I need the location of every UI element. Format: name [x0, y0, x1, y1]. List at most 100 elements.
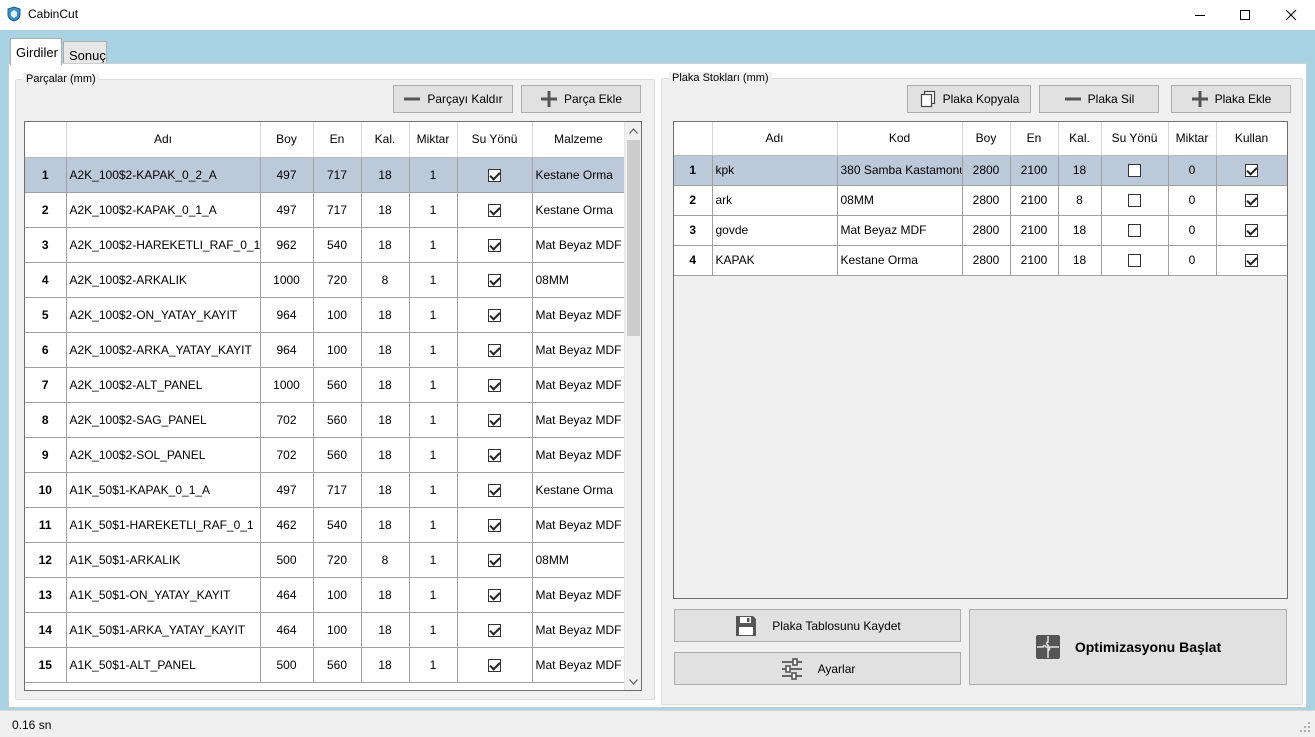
part-en-cell[interactable]: 100 [313, 612, 362, 648]
part-en-cell[interactable]: 540 [313, 507, 362, 543]
plate-kal-cell[interactable]: 18 [1058, 155, 1102, 186]
table-row[interactable]: 5 A2K_100$2-ON_YATAY_KAYIT 964 100 18 1 Mat Be… [25, 297, 626, 333]
part-miktar-cell[interactable]: 1 [409, 647, 458, 683]
part-name-cell[interactable]: A2K_100$2-ARKALIK [66, 262, 261, 298]
checkbox[interactable] [488, 168, 501, 182]
part-su-yonu-cell[interactable] [457, 612, 533, 648]
part-en-cell[interactable]: 717 [313, 472, 362, 508]
plate-su-yonu-cell[interactable] [1101, 215, 1169, 246]
part-boy-cell[interactable]: 500 [260, 647, 314, 683]
settings-button[interactable]: Ayarlar [674, 652, 961, 685]
table-row[interactable]: 7 A2K_100$2-ALT_PANEL 1000 560 18 1 Mat Beyaz … [25, 367, 626, 403]
part-miktar-cell[interactable]: 1 [409, 297, 458, 333]
plate-miktar-cell[interactable]: 0 [1168, 215, 1217, 246]
part-malzeme-cell[interactable]: Mat Beyaz MDF [532, 647, 626, 683]
part-boy-cell[interactable]: 964 [260, 297, 314, 333]
checkbox[interactable] [488, 378, 501, 392]
part-malzeme-cell[interactable]: Mat Beyaz MDF [532, 367, 626, 403]
row-header[interactable]: 1 [674, 155, 713, 186]
checkbox[interactable] [1245, 194, 1258, 208]
plate-name-cell[interactable]: KAPAK [712, 245, 838, 276]
part-name-cell[interactable]: A2K_100$2-KAPAK_0_2_A [66, 157, 261, 193]
row-header[interactable]: 2 [25, 192, 67, 228]
plate-boy-cell[interactable]: 2800 [962, 185, 1011, 216]
table-row[interactable]: 4 KAPAK Kestane Orma 2800 2100 18 0 [674, 245, 1287, 276]
plate-su-yonu-cell[interactable] [1101, 155, 1169, 186]
part-su-yonu-cell[interactable] [457, 192, 533, 228]
plates-column-header[interactable]: En [1010, 122, 1059, 156]
scroll-up-button[interactable] [625, 122, 642, 139]
row-header[interactable]: 3 [674, 215, 713, 246]
row-header[interactable]: 4 [25, 262, 67, 298]
part-boy-cell[interactable]: 1000 [260, 262, 314, 298]
part-kal-cell[interactable]: 18 [361, 437, 410, 473]
plate-name-cell[interactable]: govde [712, 215, 838, 246]
row-header[interactable]: 4 [674, 245, 713, 276]
part-en-cell[interactable]: 560 [313, 437, 362, 473]
part-miktar-cell[interactable]: 1 [409, 227, 458, 263]
part-su-yonu-cell[interactable] [457, 437, 533, 473]
table-row[interactable]: 1 kpk 380 Samba Kastamonu 2800 2100 18 0 [674, 155, 1287, 186]
part-su-yonu-cell[interactable] [457, 262, 533, 298]
checkbox[interactable] [1128, 224, 1141, 238]
part-kal-cell[interactable]: 8 [361, 262, 410, 298]
part-name-cell[interactable]: A2K_100$2-ALT_PANEL [66, 367, 261, 403]
checkbox[interactable] [488, 623, 501, 637]
part-en-cell[interactable]: 540 [313, 227, 362, 263]
plate-kal-cell[interactable]: 18 [1058, 215, 1102, 246]
part-miktar-cell[interactable]: 1 [409, 192, 458, 228]
tab-sonuc[interactable]: Sonuç [63, 41, 107, 65]
parts-column-header[interactable]: Miktar [409, 122, 458, 158]
resize-grip-icon[interactable] [1299, 721, 1311, 733]
checkbox[interactable] [488, 308, 501, 322]
table-row[interactable]: 10 A1K_50$1-KAPAK_0_1_A 497 717 18 1 Kestane O… [25, 472, 626, 508]
row-header[interactable]: 15 [25, 647, 67, 683]
part-name-cell[interactable]: A2K_100$2-HAREKETLI_RAF_0_1 [66, 227, 261, 263]
plates-column-header[interactable]: Su Yönü [1101, 122, 1169, 156]
plate-boy-cell[interactable]: 2800 [962, 155, 1011, 186]
part-name-cell[interactable]: A2K_100$2-SAG_PANEL [66, 402, 261, 438]
part-boy-cell[interactable]: 702 [260, 402, 314, 438]
table-row[interactable]: 1 A2K_100$2-KAPAK_0_2_A 497 717 18 1 Kestane O… [25, 157, 626, 193]
plate-kal-cell[interactable]: 18 [1058, 245, 1102, 276]
plate-kod-cell[interactable]: 380 Samba Kastamonu [837, 155, 963, 186]
part-su-yonu-cell[interactable] [457, 472, 533, 508]
start-optimization-button[interactable]: Optimizasyonu Başlat [969, 609, 1287, 685]
part-su-yonu-cell[interactable] [457, 507, 533, 543]
part-miktar-cell[interactable]: 1 [409, 542, 458, 578]
part-malzeme-cell[interactable]: Mat Beyaz MDF [532, 577, 626, 613]
part-boy-cell[interactable]: 497 [260, 472, 314, 508]
part-boy-cell[interactable]: 702 [260, 437, 314, 473]
maximize-button[interactable] [1222, 0, 1268, 30]
part-malzeme-cell[interactable]: Mat Beyaz MDF [532, 227, 626, 263]
checkbox[interactable] [1128, 164, 1141, 178]
row-header[interactable]: 12 [25, 542, 67, 578]
table-row[interactable]: 8 A2K_100$2-SAG_PANEL 702 560 18 1 Mat Beyaz M… [25, 402, 626, 438]
parts-scrollbar[interactable] [624, 122, 641, 690]
table-row[interactable]: 3 A2K_100$2-HAREKETLI_RAF_0_1 962 540 18 1 Mat… [25, 227, 626, 263]
table-row[interactable]: 4 A2K_100$2-ARKALIK 1000 720 8 1 08MM [25, 262, 626, 298]
delete-plate-button[interactable]: Plaka Sil [1039, 85, 1159, 113]
part-miktar-cell[interactable]: 1 [409, 402, 458, 438]
table-row[interactable]: 11 A1K_50$1-HAREKETLI_RAF_0_1 462 540 18 1 Mat… [25, 507, 626, 543]
part-name-cell[interactable]: A1K_50$1-HAREKETLI_RAF_0_1 [66, 507, 261, 543]
parts-column-header[interactable]: Kal. [361, 122, 410, 158]
part-kal-cell[interactable]: 18 [361, 367, 410, 403]
part-boy-cell[interactable]: 500 [260, 542, 314, 578]
tab-girdiler[interactable]: Girdiler [10, 38, 62, 65]
table-row[interactable]: 13 A1K_50$1-ON_YATAY_KAYIT 464 100 18 1 Mat Be… [25, 577, 626, 613]
part-miktar-cell[interactable]: 1 [409, 437, 458, 473]
checkbox[interactable] [488, 413, 501, 427]
part-su-yonu-cell[interactable] [457, 332, 533, 368]
part-miktar-cell[interactable]: 1 [409, 262, 458, 298]
checkbox[interactable] [1245, 254, 1258, 268]
parts-column-header[interactable]: En [313, 122, 362, 158]
plate-miktar-cell[interactable]: 0 [1168, 185, 1217, 216]
part-malzeme-cell[interactable]: Mat Beyaz MDF [532, 437, 626, 473]
table-row[interactable]: 6 A2K_100$2-ARKA_YATAY_KAYIT 964 100 18 1 Mat … [25, 332, 626, 368]
plate-kod-cell[interactable]: 08MM [837, 185, 963, 216]
plate-en-cell[interactable]: 2100 [1010, 185, 1059, 216]
part-su-yonu-cell[interactable] [457, 402, 533, 438]
part-malzeme-cell[interactable]: Kestane Orma [532, 472, 626, 508]
checkbox[interactable] [488, 483, 501, 497]
